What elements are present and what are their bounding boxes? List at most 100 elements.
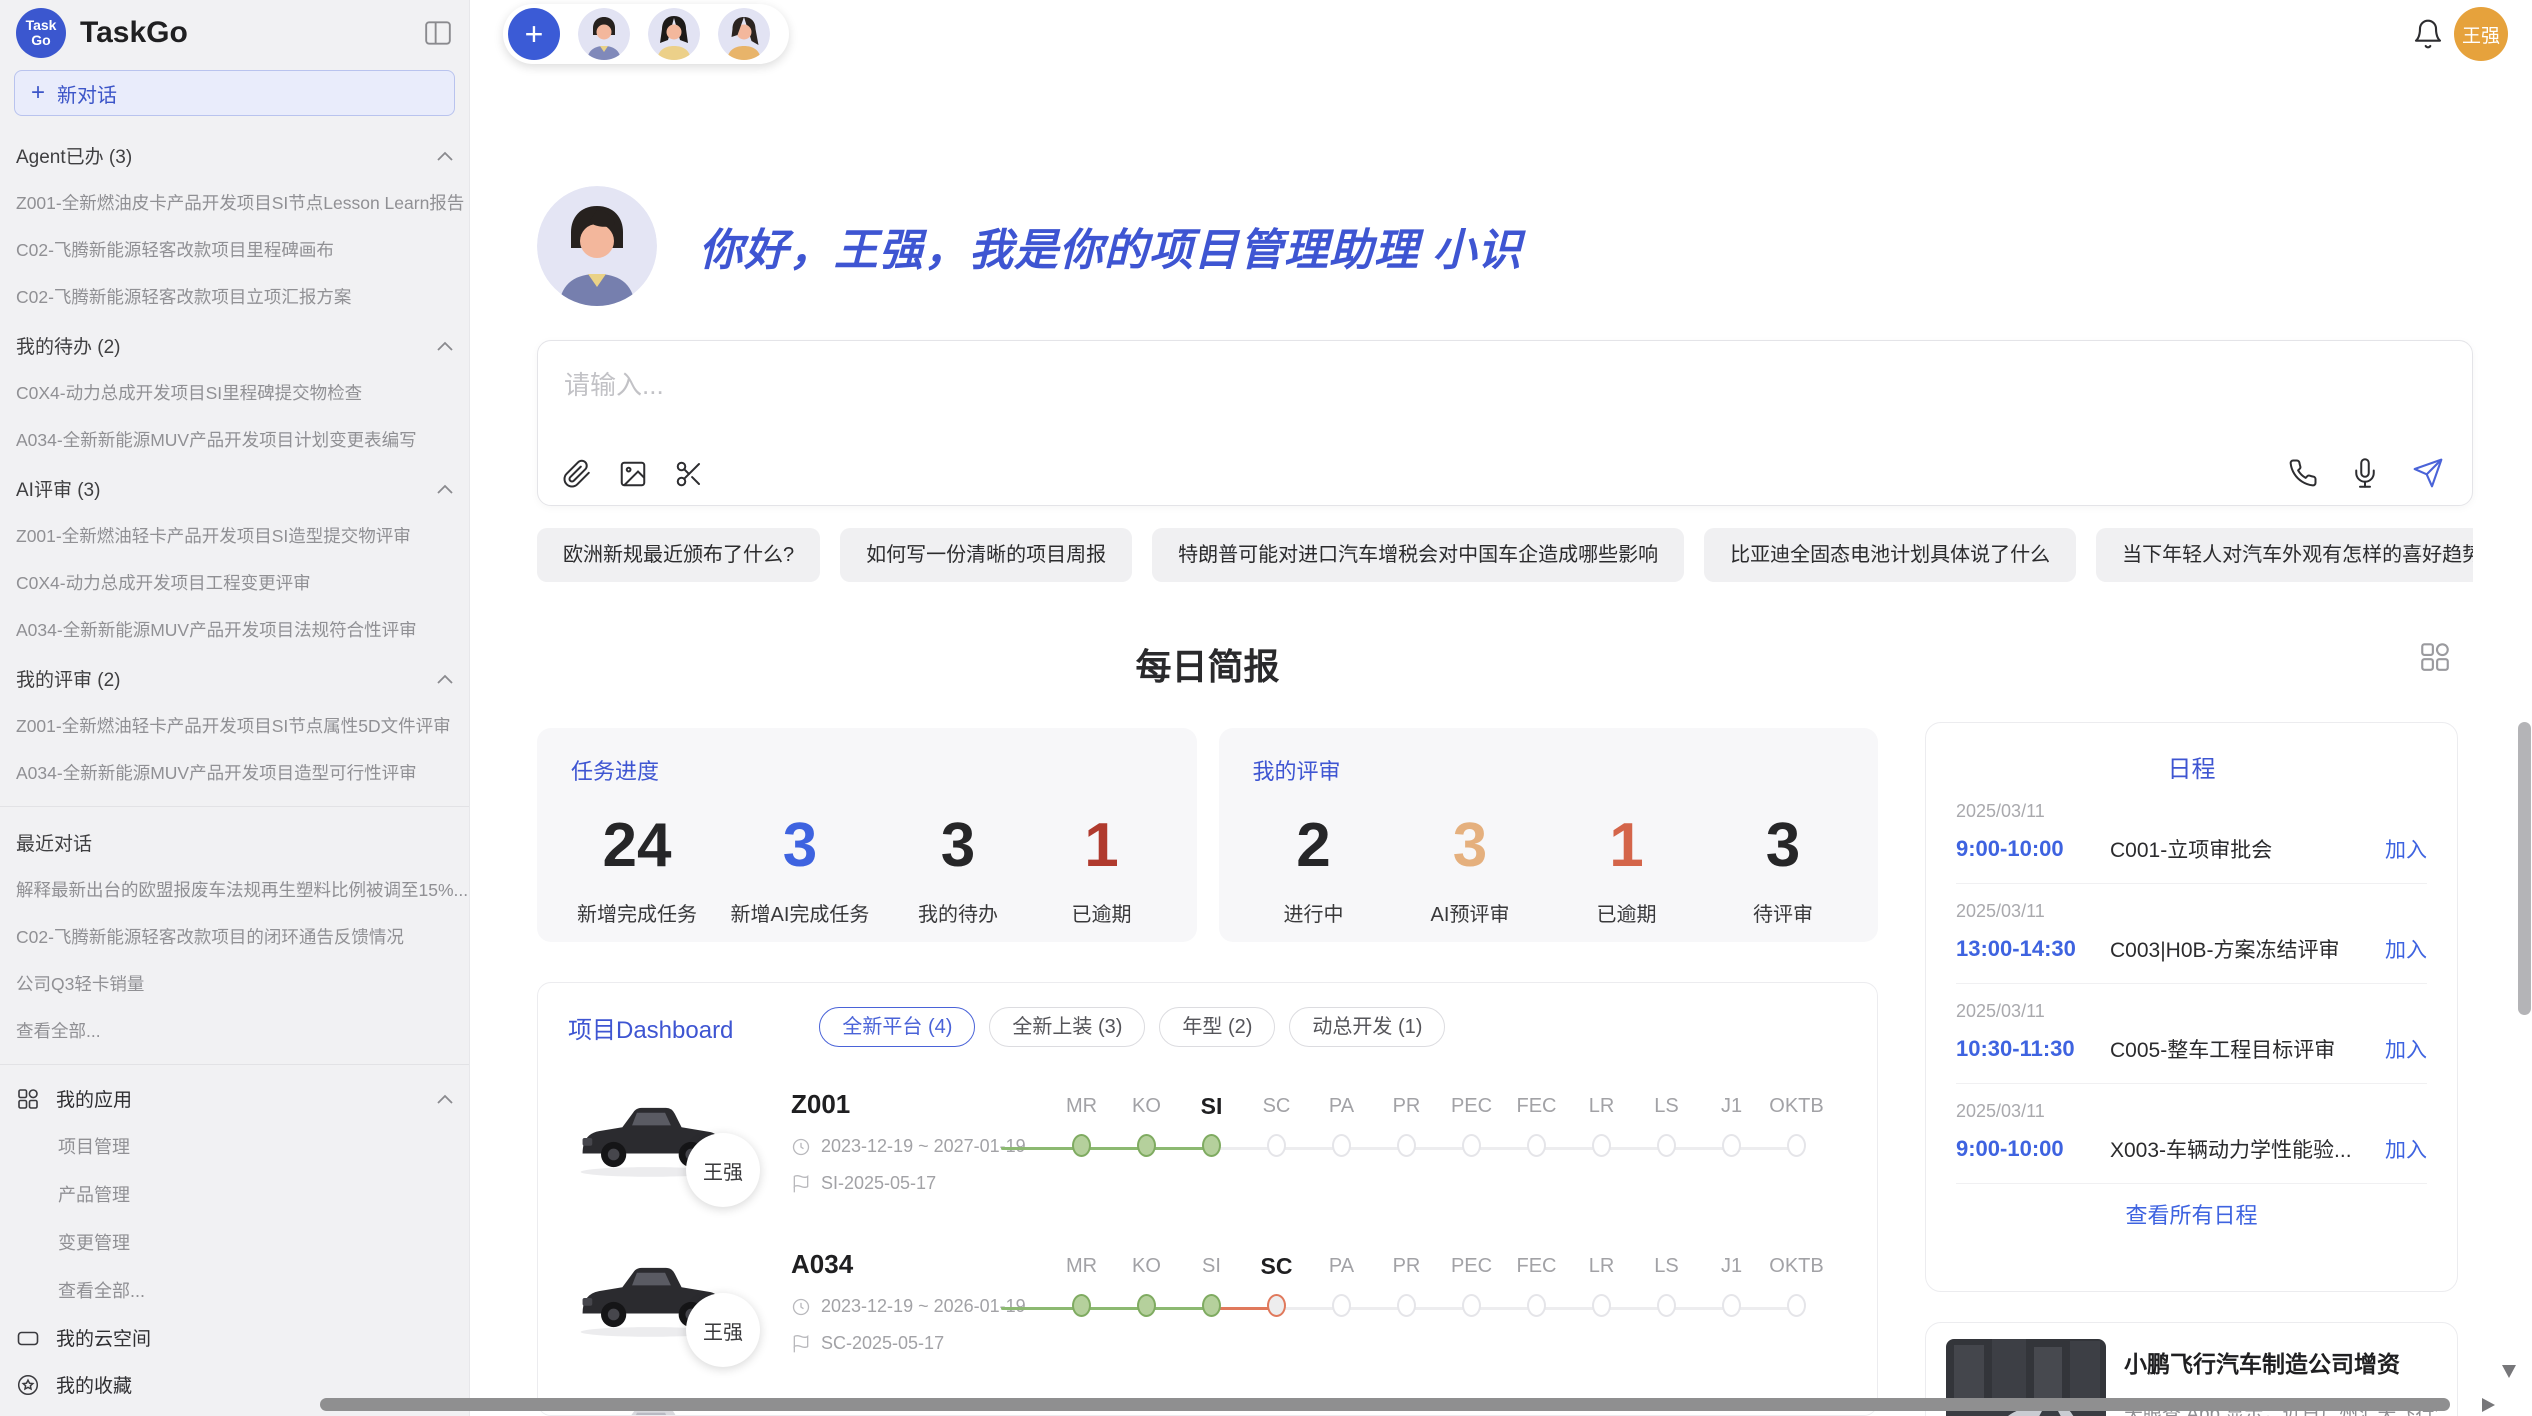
recent-conversation-item[interactable]: 解释最新出台的欧盟报废车法规再生塑料比例被调至15%... [0, 866, 469, 913]
join-meeting-link[interactable]: 加入 [2385, 1034, 2427, 1064]
chevron-up-icon [437, 341, 453, 351]
attachment-icon[interactable] [562, 459, 592, 489]
sidebar-app-change-mgmt[interactable]: 变更管理 [0, 1218, 469, 1266]
sidebar-task-item[interactable]: Z001-全新燃油皮卡产品开发项目SI节点Lesson Learn报告 [0, 179, 469, 226]
schedule-title: 日程 [1956, 749, 2427, 784]
collapse-sidebar-icon[interactable] [423, 20, 453, 46]
layout-grid-icon[interactable] [2418, 640, 2452, 674]
milestone: SC [1244, 1251, 1309, 1317]
milestone-dot [1267, 1134, 1286, 1157]
view-all-schedule-link[interactable]: 查看所有日程 [1956, 1198, 2427, 1230]
milestone-dot [1787, 1294, 1806, 1317]
suggestion-chips: 欧洲新规最近颁布了什么? 如何写一份清晰的项目周报 特朗普可能对进口汽车增税会对… [537, 528, 2473, 582]
sidebar-task-item[interactable]: A034-全新新能源MUV产品开发项目计划变更表编写 [0, 416, 469, 463]
recent-conversation-item[interactable]: 公司Q3轻卡销量 [0, 960, 469, 1007]
milestone-dot [1657, 1294, 1676, 1317]
horizontal-scrollbar-thumb[interactable] [320, 1398, 2450, 1411]
milestone-dot [1527, 1294, 1546, 1317]
milestone-dot [1202, 1294, 1221, 1317]
sidebar-app-product-mgmt[interactable]: 产品管理 [0, 1170, 469, 1218]
milestone: PA [1309, 1091, 1374, 1157]
hero-greeting-block: 你好，王强，我是你的项目管理助理 小识 [537, 186, 1522, 306]
recent-conversation-item[interactable]: C02-飞腾新能源轻客改款项目的闭环通告反馈情况 [0, 913, 469, 960]
milestone-dot [1657, 1134, 1676, 1157]
sidebar-app-project-mgmt[interactable]: 项目管理 [0, 1122, 469, 1170]
clock-icon [791, 1137, 811, 1157]
voice-call-icon[interactable] [2288, 458, 2318, 488]
sidebar-section-my-apps: 我的应用 项目管理 产品管理 变更管理 查看全部... [0, 1075, 469, 1314]
task-progress-card: 任务进度 24 新增完成任务 3 新增AI完成任务 3 我的待办 1 已逾期 [537, 728, 1197, 942]
schedule-meeting-title: C001-立项审批会 [2110, 834, 2385, 864]
sidebar-task-item[interactable]: Z001-全新燃油轻卡产品开发项目SI造型提交物评审 [0, 512, 469, 559]
sidebar-item-cloud-space[interactable]: 我的云空间 [0, 1314, 469, 1361]
sidebar-task-item[interactable]: A034-全新新能源MUV产品开发项目法规符合性评审 [0, 606, 469, 653]
suggestion-chip[interactable]: 特朗普可能对进口汽车增税会对中国车企造成哪些影响 [1152, 528, 1684, 582]
sidebar-section-agent-done: Agent已办 (3) Z001-全新燃油皮卡产品开发项目SI节点Lesson … [0, 130, 469, 320]
schedule-time: 9:00-10:00 [1956, 1136, 2084, 1162]
suggestion-chip[interactable]: 欧洲新规最近颁布了什么? [537, 528, 820, 582]
message-input[interactable] [538, 341, 2472, 431]
sidebar-task-item[interactable]: C0X4-动力总成开发项目工程变更评审 [0, 559, 469, 606]
join-meeting-link[interactable]: 加入 [2385, 1134, 2427, 1164]
screenshot-scissors-icon[interactable] [674, 459, 704, 489]
milestone: SI [1179, 1091, 1244, 1157]
project-row-z001[interactable]: 王强 Z001 2023-12-19 ~ 2027-01-19 SI-2025-… [568, 1089, 1847, 1213]
sidebar-task-item[interactable]: C02-飞腾新能源轻客改款项目立项汇报方案 [0, 273, 469, 320]
schedule-date: 2025/03/11 [1956, 1001, 2427, 1022]
sidebar-task-item[interactable]: Z001-全新燃油轻卡产品开发项目SI节点属性5D文件评审 [0, 702, 469, 749]
briefing-stats-row: 任务进度 24 新增完成任务 3 新增AI完成任务 3 我的待办 1 已逾期 [537, 728, 1878, 942]
notifications-bell-icon[interactable] [2412, 18, 2444, 50]
microphone-icon[interactable] [2350, 458, 2380, 488]
sidebar-task-item[interactable]: C0X4-动力总成开发项目SI里程碑提交物检查 [0, 369, 469, 416]
schedule-time: 9:00-10:00 [1956, 836, 2084, 862]
add-session-button[interactable]: + [508, 8, 560, 60]
schedule-item: 2025/03/11 9:00-10:00 X003-车辆动力学性能验... 加… [1956, 1084, 2427, 1184]
section-header[interactable]: 我的评审 (2) [0, 653, 469, 702]
tab-powertrain[interactable]: 动总开发 (1) [1289, 1007, 1445, 1047]
session-avatar-2[interactable] [648, 8, 700, 60]
send-icon[interactable] [2412, 457, 2444, 489]
vertical-scrollbar-thumb[interactable] [2518, 722, 2531, 1015]
milestone: KO [1114, 1091, 1179, 1157]
sidebar-item-my-apps[interactable]: 我的应用 [0, 1075, 469, 1122]
scroll-down-arrow[interactable] [2502, 1365, 2516, 1378]
session-avatar-3[interactable] [718, 8, 770, 60]
chevron-up-icon [437, 151, 453, 161]
suggestion-chip[interactable]: 当下年轻人对汽车外观有怎样的喜好趋势 [2096, 528, 2473, 582]
session-avatar-1[interactable] [578, 8, 630, 60]
milestone: LR [1569, 1251, 1634, 1317]
section-header[interactable]: 我的待办 (2) [0, 320, 469, 369]
milestone-dot [1787, 1134, 1806, 1157]
view-all-apps-link[interactable]: 查看全部... [0, 1266, 469, 1314]
tab-model-year[interactable]: 年型 (2) [1159, 1007, 1275, 1047]
milestone: OKTB [1764, 1091, 1829, 1157]
milestone: PEC [1439, 1251, 1504, 1317]
project-row-a034[interactable]: 王强 A034 2023-12-19 ~ 2026-01-19 SC-2025-… [568, 1249, 1847, 1373]
suggestion-chip[interactable]: 如何写一份清晰的项目周报 [840, 528, 1132, 582]
new-chat-button[interactable]: + 新对话 [14, 70, 455, 116]
tab-new-platform[interactable]: 全新平台 (4) [819, 1007, 975, 1047]
scroll-right-arrow[interactable] [2482, 1398, 2495, 1412]
image-upload-icon[interactable] [618, 459, 648, 489]
join-meeting-link[interactable]: 加入 [2385, 834, 2427, 864]
divider [0, 806, 469, 807]
sidebar-section-my-todo: 我的待办 (2) C0X4-动力总成开发项目SI里程碑提交物检查 A034-全新… [0, 320, 469, 463]
section-header[interactable]: AI评审 (3) [0, 463, 469, 512]
user-avatar[interactable]: 王强 [2454, 7, 2508, 61]
milestone: PR [1374, 1091, 1439, 1157]
sidebar-task-item[interactable]: A034-全新新能源MUV产品开发项目造型可行性评审 [0, 749, 469, 796]
assistant-avatar [537, 186, 657, 306]
milestone: MR [1049, 1251, 1114, 1317]
dashboard-title: 项目Dashboard [568, 1010, 733, 1045]
milestone-track: MR KO SI SC PA PR PEC FEC LR LS J1 OKTB [1049, 1091, 1829, 1157]
view-all-conversations-link[interactable]: 查看全部... [0, 1007, 469, 1054]
tab-new-bodywork[interactable]: 全新上装 (3) [989, 1007, 1145, 1047]
join-meeting-link[interactable]: 加入 [2385, 934, 2427, 964]
sidebar-task-item[interactable]: C02-飞腾新能源轻客改款项目里程碑画布 [0, 226, 469, 273]
section-header[interactable]: Agent已办 (3) [0, 130, 469, 179]
stat-in-progress: 2 进行中 [1259, 810, 1369, 927]
suggestion-chip[interactable]: 比亚迪全固态电池计划具体说了什么 [1704, 528, 2076, 582]
milestone: MR [1049, 1091, 1114, 1157]
sidebar-section-ai-review: AI评审 (3) Z001-全新燃油轻卡产品开发项目SI造型提交物评审 C0X4… [0, 463, 469, 653]
milestone-dot [1137, 1134, 1156, 1157]
